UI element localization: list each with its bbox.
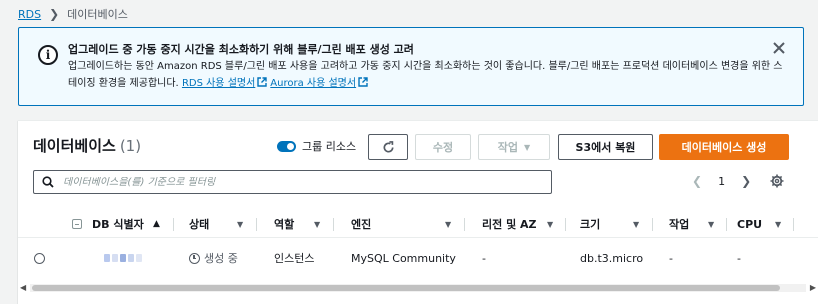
table-row[interactable]: 생성 중 인스턴스 MySQL Community - db.t3.micro … xyxy=(18,239,818,277)
prev-page-icon[interactable]: ❮ xyxy=(692,174,702,188)
database-count: (1) xyxy=(119,137,142,155)
group-resources-toggle[interactable] xyxy=(277,140,296,152)
checkbox-indeterminate-icon xyxy=(72,219,82,229)
col-label: 역할 xyxy=(274,218,295,231)
panel-title-text: 데이터베이스 xyxy=(33,137,116,155)
group-resources-label: 그룹 리소스 xyxy=(302,140,357,153)
next-page-icon[interactable]: ❯ xyxy=(741,174,751,188)
status-cell: 생성 중 xyxy=(189,239,238,277)
search-icon xyxy=(42,176,54,188)
sort-icon[interactable]: ▼ xyxy=(708,210,714,238)
settings-icon[interactable] xyxy=(770,174,784,188)
breadcrumb-rds-link[interactable]: RDS xyxy=(18,8,41,21)
alert-title: 업그레이드 중 가동 중지 시간을 최소화하기 위해 블루/그린 배포 생성 고… xyxy=(68,43,414,56)
column-divider[interactable] xyxy=(565,218,566,231)
col-actions[interactable]: 작업 xyxy=(669,210,689,238)
status-text: 생성 중 xyxy=(204,252,238,265)
col-label: 상태 xyxy=(189,218,210,231)
horizontal-scrollbar[interactable]: ◀ ▶ xyxy=(18,281,818,295)
external-link-icon xyxy=(257,77,267,87)
actions-label: 작업 xyxy=(497,141,519,154)
col-label: 리전 및 AZ xyxy=(482,218,537,231)
select-all-checkbox[interactable] xyxy=(72,210,82,238)
col-label: 엔진 xyxy=(351,218,372,231)
sort-asc-icon[interactable]: ▲ xyxy=(153,210,160,238)
actions-dropdown[interactable]: 작업 ▼ xyxy=(478,134,550,160)
column-divider[interactable] xyxy=(173,218,174,231)
actions-cell: - xyxy=(669,251,673,265)
cpu-cell: - xyxy=(737,251,741,265)
breadcrumb: RDS ❯ 데이터베이스 xyxy=(18,6,128,22)
region-cell: - xyxy=(482,251,486,265)
modify-button[interactable]: 수정 xyxy=(415,134,471,160)
col-label: DB 식별자 xyxy=(92,218,144,231)
page-title: 데이터베이스 (1) xyxy=(33,135,141,156)
col-status[interactable]: 상태 xyxy=(189,210,209,238)
alert-body-text: 업그레이드하는 동안 Amazon RDS 블루/그린 배포 사용을 고려하고 … xyxy=(68,61,783,89)
row-radio[interactable] xyxy=(34,239,45,277)
column-divider[interactable] xyxy=(464,218,465,231)
column-divider[interactable] xyxy=(333,218,334,231)
sort-icon[interactable]: ▼ xyxy=(547,210,553,238)
breadcrumb-current: 데이터베이스 xyxy=(67,8,128,21)
refresh-button[interactable] xyxy=(368,134,408,160)
page-number[interactable]: 1 xyxy=(718,175,725,188)
rds-guide-link[interactable]: RDS 사용 설명서 xyxy=(182,78,255,89)
col-region-az[interactable]: 리전 및 AZ xyxy=(482,210,537,238)
pagination: ❮ 1 ❯ xyxy=(692,174,751,188)
external-link-icon xyxy=(358,77,368,87)
column-divider[interactable] xyxy=(256,218,257,231)
column-divider[interactable] xyxy=(793,218,794,231)
sort-icon[interactable]: ▼ xyxy=(237,210,243,238)
clock-icon xyxy=(189,252,200,264)
info-alert: i 업그레이드 중 가동 중지 시간을 최소화하기 위해 블루/그린 배포 생성… xyxy=(18,27,804,106)
col-db-identifier[interactable]: DB 식별자 xyxy=(92,210,144,238)
sort-icon[interactable]: ▼ xyxy=(633,210,639,238)
filter-input[interactable] xyxy=(63,176,523,188)
aurora-guide-link[interactable]: Aurora 사용 설명서 xyxy=(270,78,356,89)
chevron-right-icon: ❯ xyxy=(49,7,60,21)
close-icon[interactable] xyxy=(772,41,786,55)
col-engine[interactable]: 엔진 xyxy=(351,210,371,238)
column-divider[interactable] xyxy=(652,218,653,231)
info-icon: i xyxy=(38,45,58,65)
col-label: CPU xyxy=(737,217,763,231)
size-cell: db.t3.micro xyxy=(580,251,644,265)
col-cpu[interactable]: CPU xyxy=(737,210,762,238)
sort-icon[interactable]: ▼ xyxy=(314,210,320,238)
column-divider[interactable] xyxy=(726,218,727,231)
scroll-left-icon[interactable]: ◀ xyxy=(20,283,26,292)
db-identifier-redacted[interactable] xyxy=(104,239,142,277)
alert-body: 업그레이드하는 동안 Amazon RDS 블루/그린 배포 사용을 고려하고 … xyxy=(68,58,783,92)
col-label: 크기 xyxy=(580,218,601,231)
filter-search xyxy=(33,170,552,194)
sort-icon[interactable]: ▼ xyxy=(445,210,451,238)
databases-panel: 데이터베이스 (1) 그룹 리소스 수정 작업 ▼ S3에서 복원 데이터베이스 … xyxy=(18,120,818,304)
sort-icon[interactable]: ▼ xyxy=(775,210,781,238)
restore-from-s3-button[interactable]: S3에서 복원 xyxy=(558,134,653,160)
refresh-icon xyxy=(382,140,394,153)
role-cell: 인스턴스 xyxy=(274,252,315,265)
create-database-button[interactable]: 데이터베이스 생성 xyxy=(659,134,789,160)
table-header: DB 식별자 ▲ 상태 ▼ 역할 ▼ 엔진 ▼ 리전 및 AZ ▼ 크기 ▼ 작… xyxy=(18,210,818,238)
engine-cell: MySQL Community xyxy=(351,251,456,265)
caret-down-icon: ▼ xyxy=(524,142,531,152)
scroll-right-icon[interactable]: ▶ xyxy=(810,283,816,292)
group-resources-toggle-wrap: 그룹 리소스 xyxy=(277,138,356,154)
col-label: 작업 xyxy=(669,218,690,231)
scrollbar-thumb[interactable] xyxy=(32,285,780,291)
col-size[interactable]: 크기 xyxy=(580,210,600,238)
col-role[interactable]: 역할 xyxy=(274,210,294,238)
